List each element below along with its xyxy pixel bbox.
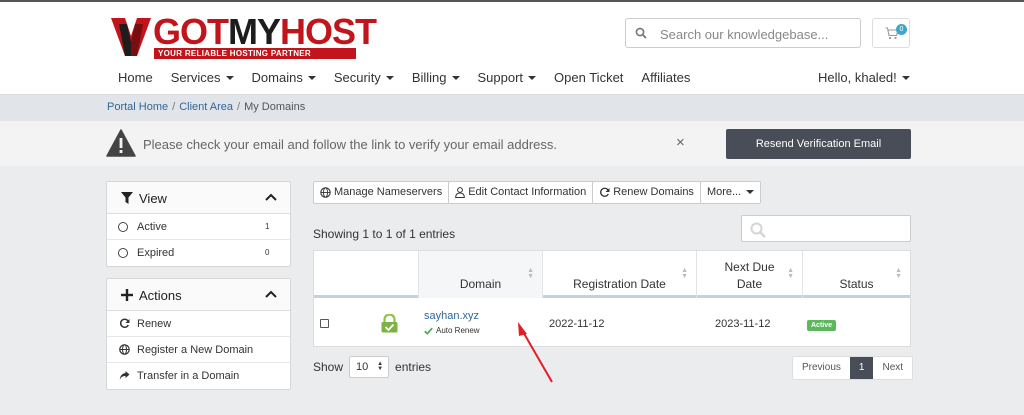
- share-icon: [119, 371, 130, 380]
- breadcrumb-separator: /: [172, 101, 176, 113]
- table-search-input[interactable]: [741, 215, 911, 242]
- row-checkbox[interactable]: [320, 319, 329, 328]
- action-register-domain[interactable]: Register a New Domain: [107, 337, 290, 363]
- column-registration-date[interactable]: Registration Date ▲ ▼: [542, 251, 696, 298]
- cart-count-badge: 0: [896, 24, 907, 35]
- page-length-select[interactable]: 10 ▲ ▼: [349, 356, 390, 378]
- radio-icon: [118, 222, 128, 232]
- view-panel: View Active 1 Expired 0: [106, 181, 291, 267]
- pagination: Previous 1 Next: [792, 356, 914, 380]
- caret-down-icon: [451, 75, 460, 80]
- user-menu[interactable]: Hello, khaled!: [818, 70, 910, 85]
- edit-contact-button[interactable]: Edit Contact Information: [449, 182, 594, 203]
- pagination-previous[interactable]: Previous: [793, 357, 850, 379]
- breadcrumb-portal-home[interactable]: Portal Home: [107, 101, 168, 113]
- count-badge: 0: [265, 248, 270, 257]
- caret-down-icon: [225, 75, 234, 80]
- plus-icon: [121, 289, 133, 301]
- breadcrumb-current: My Domains: [244, 101, 306, 113]
- column-next-due-date[interactable]: Next Due Date ▲ ▼: [696, 251, 802, 298]
- user-icon: [455, 187, 466, 198]
- logo-mark-icon: [111, 18, 151, 56]
- view-panel-header[interactable]: View: [107, 182, 290, 214]
- alert-message: Please check your email and follow the l…: [143, 137, 558, 152]
- registration-date-cell: 2022-11-12: [549, 318, 605, 330]
- renew-domains-button[interactable]: Renew Domains: [593, 182, 701, 203]
- actions-panel-header[interactable]: Actions: [107, 279, 290, 311]
- breadcrumb: Portal Home / Client Area / My Domains: [0, 94, 1024, 121]
- nav-affiliates[interactable]: Affiliates: [641, 70, 690, 90]
- sort-icon: ▲ ▼: [681, 267, 688, 280]
- site-header: GOTMYHOST YOUR RELIABLE HOSTING PARTNER …: [0, 2, 1024, 94]
- domain-link[interactable]: sayhan.xyz: [424, 310, 480, 322]
- pagination-page-1[interactable]: 1: [849, 357, 874, 379]
- ssl-lock-icon: [381, 314, 398, 333]
- sort-icon: ▲ ▼: [527, 267, 534, 280]
- column-select: [314, 251, 418, 298]
- filter-icon: [121, 192, 133, 204]
- nav-security[interactable]: Security: [334, 70, 394, 90]
- breadcrumb-separator: /: [237, 101, 241, 113]
- table-info: Showing 1 to 1 of 1 entries: [313, 227, 456, 241]
- knowledgebase-search[interactable]: [625, 18, 861, 48]
- column-domain[interactable]: Domain ▲ ▼: [418, 251, 542, 298]
- warning-icon: [106, 129, 136, 157]
- pagination-next[interactable]: Next: [873, 357, 912, 379]
- refresh-icon: [119, 318, 130, 328]
- check-icon: [424, 327, 433, 335]
- status-badge: Active: [807, 320, 837, 331]
- domain-actions-toolbar: Manage Nameservers Edit Contact Informat…: [313, 181, 762, 204]
- chevron-up-icon[interactable]: [265, 193, 277, 201]
- table-header: Domain ▲ ▼ Registration Date ▲ ▼ Next Due …: [314, 251, 910, 298]
- nav-open-ticket[interactable]: Open Ticket: [554, 70, 623, 90]
- nav-home[interactable]: Home: [118, 70, 153, 90]
- status-cell: Active: [807, 318, 837, 331]
- nav-billing[interactable]: Billing: [412, 70, 460, 90]
- cart-button[interactable]: 0: [872, 18, 910, 48]
- caret-down-icon: [528, 75, 537, 80]
- manage-nameservers-button[interactable]: Manage Nameservers: [314, 182, 450, 203]
- resend-verification-button[interactable]: Resend Verification Email: [726, 129, 911, 159]
- next-due-date-cell: 2023-11-12: [715, 318, 771, 330]
- count-badge: 1: [265, 222, 270, 231]
- logo-text: GOTMYHOST: [153, 11, 377, 52]
- caret-down-icon: [307, 75, 316, 80]
- breadcrumb-client-area[interactable]: Client Area: [179, 101, 233, 113]
- page-length-control: Show 10 ▲ ▼ entries: [313, 356, 431, 378]
- filter-active[interactable]: Active 1: [107, 214, 290, 240]
- domains-table: Domain ▲ ▼ Registration Date ▲ ▼ Next Due …: [313, 250, 911, 347]
- action-transfer-domain[interactable]: Transfer in a Domain: [107, 363, 290, 389]
- sort-icon: ▲ ▼: [787, 267, 794, 280]
- nav-support[interactable]: Support: [478, 70, 537, 90]
- view-panel-title: View: [139, 191, 167, 206]
- updown-icon: ▲ ▼: [377, 361, 384, 372]
- action-renew[interactable]: Renew: [107, 311, 290, 337]
- search-icon: [635, 27, 647, 39]
- more-actions-dropdown[interactable]: More...: [701, 182, 760, 203]
- actions-panel-title: Actions: [139, 288, 182, 303]
- search-input[interactable]: [660, 24, 856, 44]
- actions-panel: Actions Renew Register a New Domain Tran…: [106, 278, 291, 390]
- main-nav: Home Services Domains Security Billing S…: [118, 70, 708, 90]
- site-logo[interactable]: GOTMYHOST YOUR RELIABLE HOSTING PARTNER: [111, 12, 377, 59]
- auto-renew-indicator: Auto Renew: [424, 326, 480, 335]
- caret-down-icon: [385, 75, 394, 80]
- sort-icon: ▲ ▼: [895, 267, 902, 280]
- globe-icon: [320, 187, 331, 198]
- refresh-icon: [600, 187, 610, 197]
- column-status[interactable]: Status ▲ ▼: [802, 251, 910, 298]
- nav-services[interactable]: Services: [171, 70, 234, 90]
- close-icon[interactable]: ×: [676, 134, 685, 151]
- caret-down-icon: [746, 189, 755, 194]
- domain-cell: sayhan.xyz Auto Renew: [424, 310, 480, 335]
- caret-down-icon: [901, 75, 910, 80]
- table-row[interactable]: sayhan.xyz Auto Renew 2022-11-12 2023-11…: [314, 301, 910, 346]
- logo-tagline: YOUR RELIABLE HOSTING PARTNER: [154, 48, 356, 59]
- chevron-up-icon[interactable]: [265, 290, 277, 298]
- search-icon: [750, 222, 766, 238]
- nav-domains[interactable]: Domains: [252, 70, 316, 90]
- radio-icon: [118, 248, 128, 258]
- globe-icon: [119, 344, 130, 355]
- filter-expired[interactable]: Expired 0: [107, 240, 290, 266]
